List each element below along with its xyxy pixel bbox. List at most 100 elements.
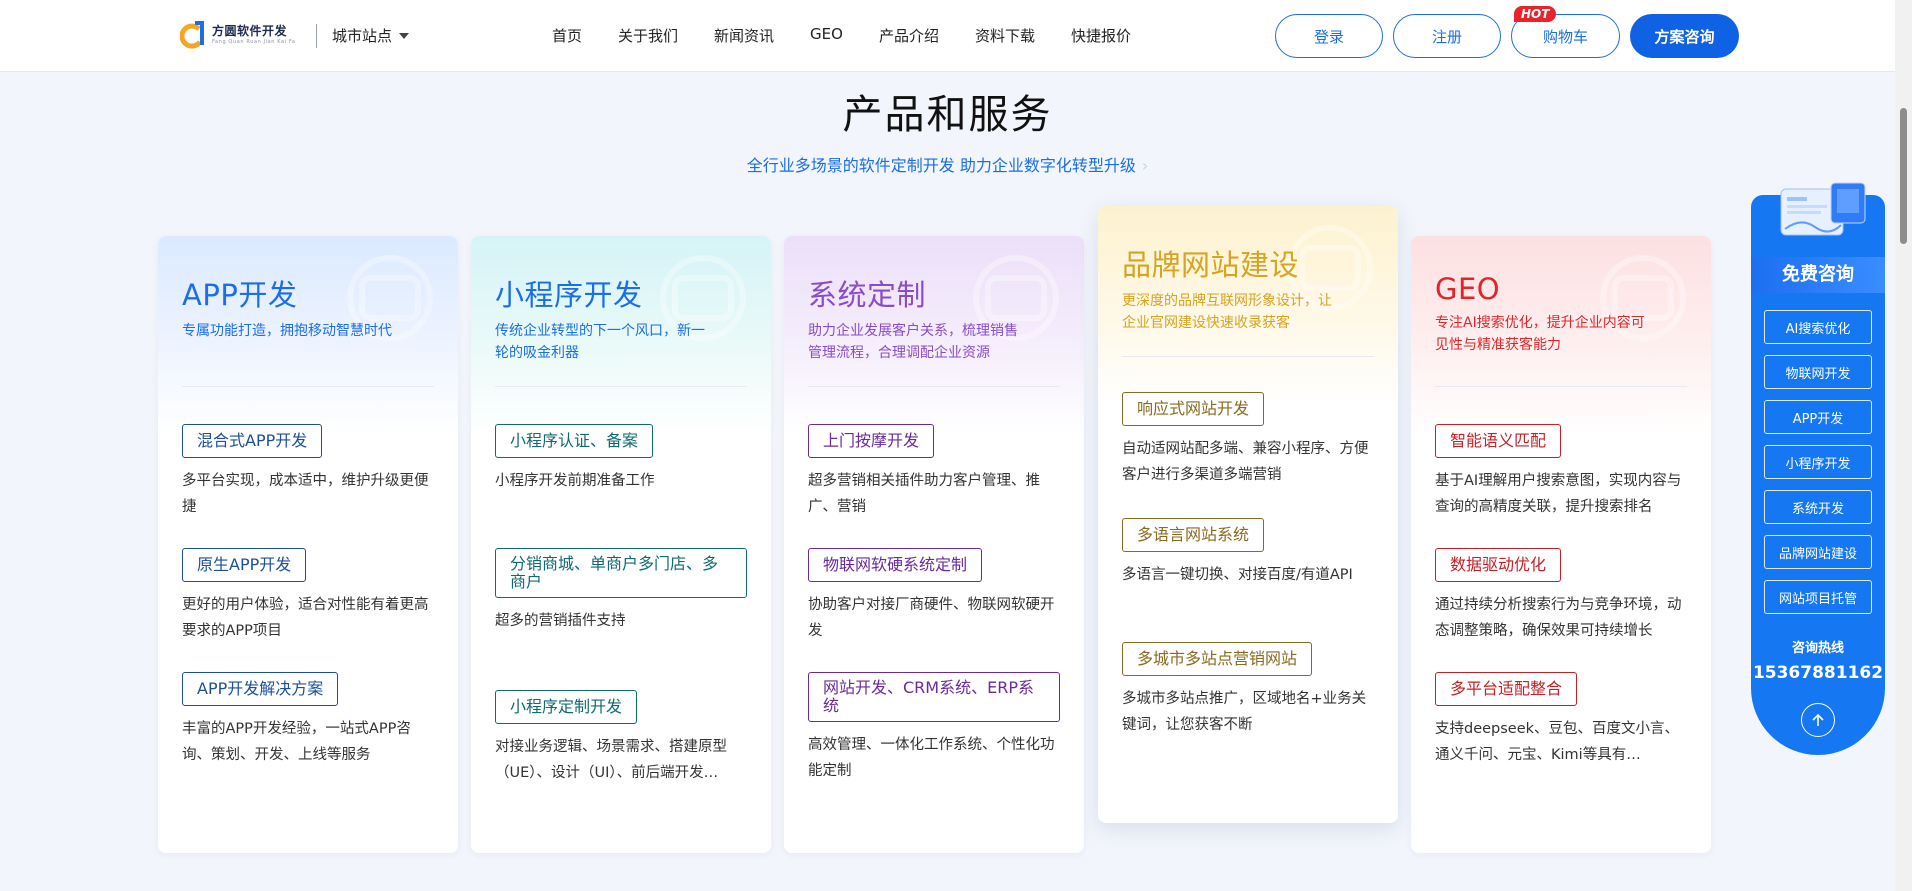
side-item-iot[interactable]: 物联网开发 [1764,355,1872,389]
service-tag[interactable]: 响应式网站开发 [1122,392,1265,426]
card-divider [182,386,434,387]
free-consult-panel: 免费咨询 AI搜索优化 物联网开发 APP开发 小程序开发 系统开发 品牌网站建… [1751,182,1885,755]
nav-about[interactable]: 关于我们 [618,25,678,46]
service-description: 超多的营销插件支持 [495,613,626,629]
service-tag[interactable]: 多平台适配整合 [1435,672,1578,706]
service-item: 物联网软硬系统定制协助客户对接厂商硬件、物联网软硬开发 [808,548,1060,644]
service-tag[interactable]: 原生APP开发 [182,548,307,582]
service-item: 网站开发、CRM系统、ERP系统 高效管理、一体化工作系统、个性化功能定制 [808,672,1060,784]
card-divider [808,386,1060,387]
service-description: 基于AI理解用户搜索意图，实现内容与查询的高精度关联，提升搜索排名 [1435,473,1682,515]
side-item-hosting[interactable]: 网站项目托管 [1764,580,1872,614]
card-header: 小程序开发 传统企业转型的下一个风口，新一轮的吸金利器 [495,236,747,364]
service-tag[interactable]: 数据驱动优化 [1435,548,1562,582]
service-tag[interactable]: 智能语义匹配 [1435,424,1562,458]
service-tag[interactable]: 网站开发、CRM系统、ERP系统 [808,672,1060,722]
service-description: 通过持续分析搜索行为与竞争环境，动态调整策略，确保效果可持续增长 [1435,597,1682,639]
product-card-app[interactable]: APP开发 专属功能打造，拥抱移动智慧时代混合式APP开发多平台实现，成本适中，维… [158,236,458,853]
service-description: 多平台实现，成本适中，维护升级更便捷 [182,473,429,515]
hotline-label: 咨询热线 [1791,641,1844,656]
service-item: 多语言网站系统 多语言一键切换、对接百度/有道API [1122,518,1374,588]
card-divider [1122,356,1374,357]
service-item: 小程序定制开发对接业务逻辑、场景需求、搭建原型（UE）、设计（UI）、前后端开发… [495,690,747,786]
side-item-ai-search[interactable]: AI搜索优化 [1764,310,1872,344]
site-logo[interactable]: 方圆软件开发 Fang Quan Ruan Jian Kai Fa [180,20,296,50]
service-description: 协助客户对接厂商硬件、物联网软硬开发 [808,597,1055,639]
nav-geo[interactable]: GEO [810,25,843,46]
service-description: 对接业务逻辑、场景需求、搭建原型（UE）、设计（UI）、前后端开发… [495,739,727,781]
service-tag[interactable]: 分销商城、单商户多门店、多商户 [495,548,747,598]
service-tag[interactable]: 小程序认证、备案 [495,424,654,458]
section-subtitle[interactable]: 全行业多场景的软件定制开发 助力企业数字化转型升级 › [0,152,1895,176]
card-title: 小程序开发 [495,278,643,312]
service-item: 多城市多站点营销网站多城市多站点推广，区域地名+业务关键词，让您获客不断 [1122,642,1374,738]
service-description: 小程序开发前期准备工作 [495,473,655,489]
card-description: 专注AI搜索优化，提升企业内容可见性与精准获客能力 [1435,315,1645,353]
side-item-miniprogram[interactable]: 小程序开发 [1764,445,1872,479]
product-card-system[interactable]: 系统定制助力企业发展客户关系，梳理销售管理流程，合理调配企业资源上门按摩开发超多… [784,236,1084,853]
logo-name: 方圆软件开发 [212,24,288,38]
free-consult-title: 免费咨询 [1751,257,1885,293]
city-selector[interactable]: 城市站点 [332,25,410,46]
card-title: APP开发 [182,278,298,312]
side-item-app[interactable]: APP开发 [1764,400,1872,434]
product-card-geo[interactable]: GEO 专注AI搜索优化，提升企业内容可见性与精准获客能力智能语义匹配基于AI理解… [1411,236,1711,853]
top-header: 方圆软件开发 Fang Quan Ruan Jian Kai Fa 城市站点 首… [0,0,1895,72]
nav-downloads[interactable]: 资料下载 [975,25,1035,46]
card-description: 助力企业发展客户关系，梳理销售管理流程，合理调配企业资源 [808,323,1018,361]
arrow-up-icon [1812,713,1824,726]
service-description: 支持deepseek、豆包、百度文小言、通义千问、元宝、Kimi等具有… [1435,721,1680,763]
nav-home[interactable]: 首页 [552,25,582,46]
service-tag[interactable]: 多城市多站点营销网站 [1122,642,1313,676]
service-tag[interactable]: 混合式APP开发 [182,424,323,458]
nav-quote[interactable]: 快捷报价 [1071,25,1131,46]
side-item-brand-site[interactable]: 品牌网站建设 [1764,535,1872,569]
city-selector-label: 城市站点 [332,27,393,45]
caret-down-icon [399,32,410,39]
chevron-right-icon: › [1141,156,1149,175]
logo-subname: Fang Quan Ruan Jian Kai Fa [212,39,296,45]
service-item: 分销商城、单商户多门店、多商户超多的营销插件支持 [495,548,747,634]
service-tag[interactable]: 物联网软硬系统定制 [808,548,983,582]
consult-illustration-icon [1780,182,1866,236]
service-item: 智能语义匹配基于AI理解用户搜索意图，实现内容与查询的高精度关联，提升搜索排名 [1435,424,1687,520]
service-tag[interactable]: 多语言网站系统 [1122,518,1265,552]
service-item: 上门按摩开发超多营销相关插件助力客户管理、推广、营销 [808,424,1060,520]
card-title: 系统定制 [808,278,927,312]
service-item: 数据驱动优化通过持续分析搜索行为与竞争环境，动态调整策略，确保效果可持续增长 [1435,548,1687,644]
nav-news[interactable]: 新闻资讯 [714,25,774,46]
card-divider [1435,386,1687,387]
service-description: 自动适网站配多端、兼容小程序、方便客户进行多渠道多端营销 [1122,441,1369,483]
service-tag[interactable]: 小程序定制开发 [495,690,638,724]
product-card-brand-site[interactable]: 品牌网站建设 更深度的品牌互联网形象设计，让企业官网建设快速收录获客响应式网站开发… [1098,206,1398,823]
service-item: 多平台适配整合支持deepseek、豆包、百度文小言、通义千问、元宝、Kimi等… [1435,672,1687,768]
side-item-system[interactable]: 系统开发 [1764,490,1872,524]
login-button[interactable]: 登录 [1275,14,1383,58]
service-item: 响应式网站开发自动适网站配多端、兼容小程序、方便客户进行多渠道多端营销 [1122,392,1374,488]
service-tag[interactable]: 上门按摩开发 [808,424,935,458]
card-divider [495,386,747,387]
service-item: 小程序认证、备案小程序开发前期准备工作 [495,424,747,494]
card-header: 品牌网站建设 更深度的品牌互联网形象设计，让企业官网建设快速收录获客 [1122,206,1374,334]
nav-products[interactable]: 产品介绍 [879,25,939,46]
card-description: 更深度的品牌互联网形象设计，让企业官网建设快速收录获客 [1122,293,1332,331]
service-item: APP开发解决方案 丰富的APP开发经验，一站式APP咨询、策划、开发、上线等服务 [182,672,434,768]
back-to-top-button[interactable] [1801,703,1835,737]
service-description: 多城市多站点推广，区域地名+业务关键词，让您获客不断 [1122,691,1367,733]
product-card-miniprogram[interactable]: 小程序开发 传统企业转型的下一个风口，新一轮的吸金利器小程序认证、备案小程序开发前… [471,236,771,853]
section-subtitle-text: 全行业多场景的软件定制开发 助力企业数字化转型升级 [746,156,1136,175]
card-header: 系统定制助力企业发展客户关系，梳理销售管理流程，合理调配企业资源 [808,236,1060,364]
consult-button[interactable]: 方案咨询 [1630,14,1739,58]
hotline-phone[interactable]: 15367881162 [1751,663,1885,683]
service-description: 更好的用户体验，适合对性能有着更高要求的APP项目 [182,597,429,639]
scrollbar-thumb[interactable] [1900,108,1907,244]
card-header: APP开发 专属功能打造，拥抱移动智慧时代 [182,236,434,342]
service-item: 混合式APP开发多平台实现，成本适中，维护升级更便捷 [182,424,434,520]
service-item: 原生APP开发更好的用户体验，适合对性能有着更高要求的APP项目 [182,548,434,644]
card-header: GEO 专注AI搜索优化，提升企业内容可见性与精准获客能力 [1435,236,1687,356]
register-button[interactable]: 注册 [1393,14,1501,58]
scrollbar[interactable] [1895,0,1912,891]
service-description: 超多营销相关插件助力客户管理、推广、营销 [808,473,1040,515]
hot-badge: HOT [1514,6,1557,22]
service-tag[interactable]: APP开发解决方案 [182,672,339,706]
